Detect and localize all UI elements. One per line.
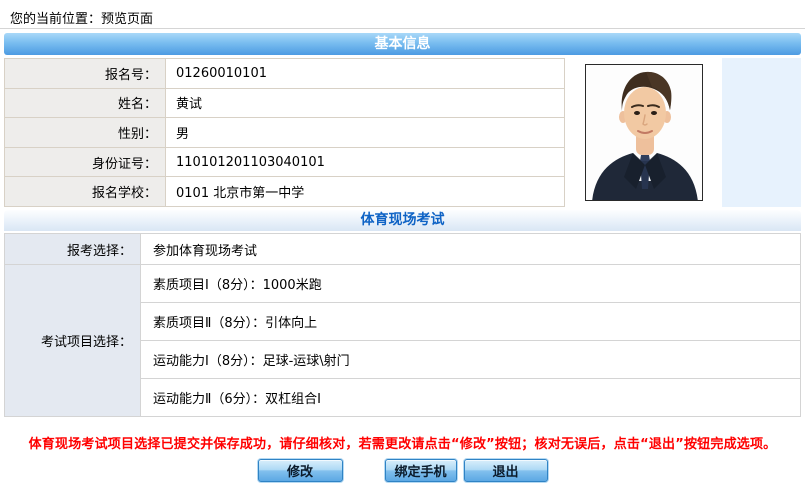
id-photo [584,64,703,201]
content-area: 基本信息 报名号： 01260010101 姓名： 黄试 性别： 男 身份证号：… [0,33,805,482]
submit-success-notice: 体育现场考试项目选择已提交并保存成功，请仔细核对，若需更改请点击“修改”按钮；核… [28,437,777,452]
bind-phone-button[interactable]: 绑定手机 [384,459,457,482]
field-value-school: 0101 北京市第一中学 [165,176,565,207]
button-row: 修改 绑定手机 退出 [4,459,801,482]
table-row: 报名号： 01260010101 [4,58,565,89]
exam-item-ability-1: 运动能力Ⅰ（8分）：足球-运球\射门 [140,340,801,379]
photo-cell [565,58,722,207]
field-value-gender: 男 [165,117,565,148]
table-row: 姓名： 黄试 [4,87,565,119]
breadcrumb-text: 您的当前位置：预览页面 [10,12,154,27]
table-row: 报名学校： 0101 北京市第一中学 [4,176,565,207]
section-header-pe-exam: 体育现场考试 [4,210,801,231]
table-row: 性别： 男 [4,117,565,148]
breadcrumb: 您的当前位置：预览页面 [0,0,805,29]
preview-page: 您的当前位置：预览页面 基本信息 报名号： 01260010101 姓名： 黄试… [0,0,805,487]
exam-item-ability-2: 运动能力Ⅱ（6分）：双杠组合Ⅰ [140,378,801,417]
field-label-exam-items: 考试项目选择： [4,264,141,417]
photo-panel-background [722,58,801,207]
field-value-regno: 01260010101 [165,58,565,89]
pe-exam-table: 报考选择： 参加体育现场考试 考试项目选择： 素质项目Ⅰ（8分）：1000米跑 … [4,233,801,417]
field-label-gender: 性别： [4,117,166,148]
field-label-regno: 报名号： [4,58,166,89]
modify-button[interactable]: 修改 [257,459,343,482]
section-header-basic-info: 基本信息 [4,33,801,55]
field-label-exam-choice: 报考选择： [4,233,141,265]
table-row: 身份证号： 110101201103040101 [4,146,565,178]
table-row: 考试项目选择： 素质项目Ⅰ（8分）：1000米跑 [4,264,801,417]
field-value-name: 黄试 [165,87,565,119]
exam-item-quality-2: 素质项目Ⅱ（8分）：引体向上 [140,302,801,341]
field-label-name: 姓名： [4,87,166,119]
table-row: 报考选择： 参加体育现场考试 [4,233,801,265]
field-label-idnumber: 身份证号： [4,146,166,178]
basic-info-table: 报名号： 01260010101 姓名： 黄试 性别： 男 身份证号： 1101… [4,58,565,207]
basic-info-section: 报名号： 01260010101 姓名： 黄试 性别： 男 身份证号： 1101… [4,58,801,207]
exit-button[interactable]: 退出 [463,459,548,482]
field-value-exam-choice: 参加体育现场考试 [140,233,801,265]
field-value-idnumber: 110101201103040101 [165,146,565,178]
field-label-school: 报名学校： [4,176,166,207]
exam-item-quality-1: 素质项目Ⅰ（8分）：1000米跑 [140,264,801,303]
